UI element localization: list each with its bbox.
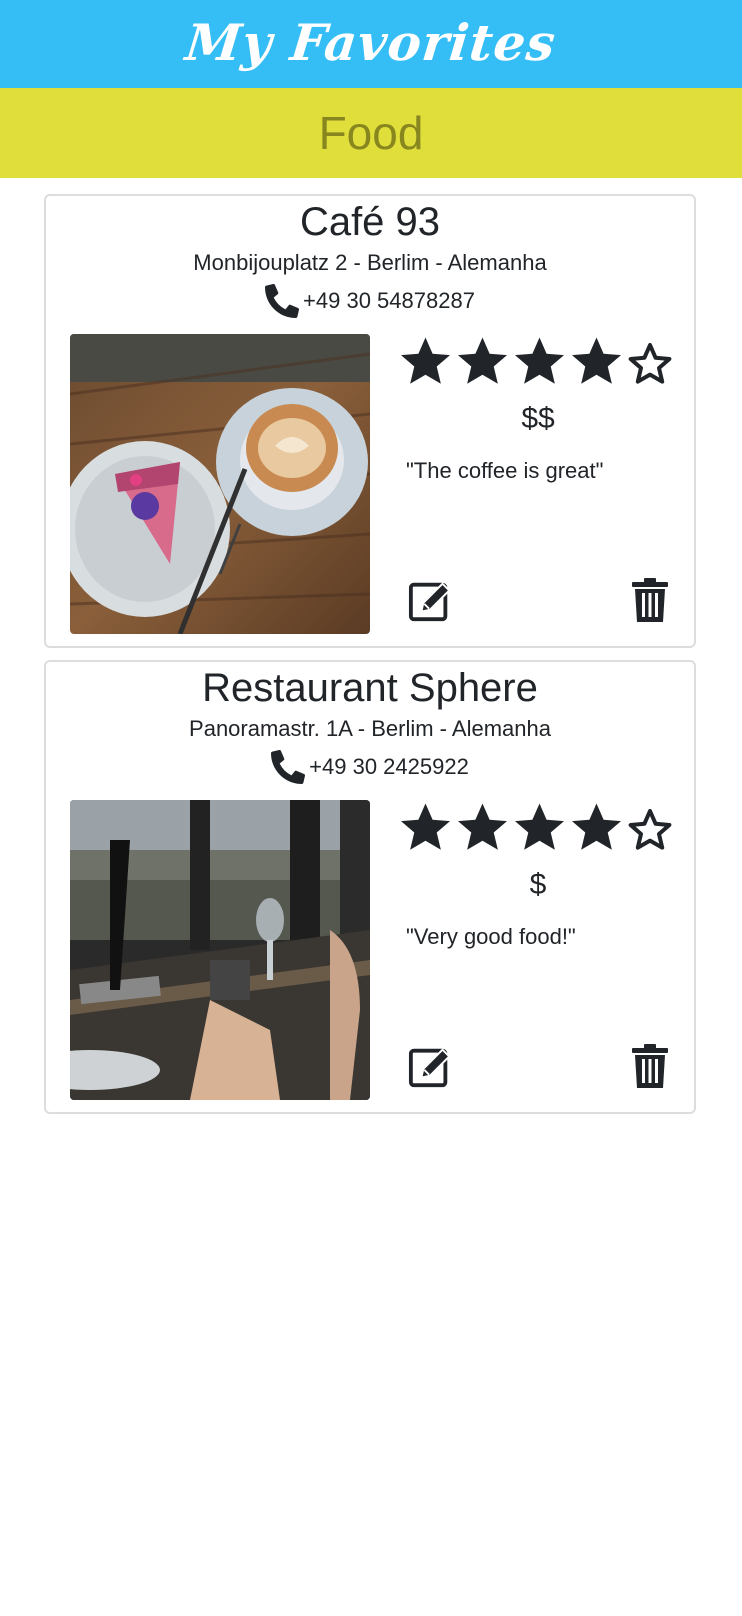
place-phone[interactable]: +49 30 54878287 (46, 284, 694, 318)
review-text: "Very good food!" (406, 924, 576, 949)
trash-icon[interactable] (630, 1042, 670, 1090)
price-level: $$ (521, 402, 555, 435)
star-filled-icon (400, 337, 451, 384)
phone-number: +49 30 2425922 (309, 754, 469, 779)
app-header: My Favorites (0, 0, 742, 88)
star-empty-icon (628, 343, 672, 384)
place-address: Panoramastr. 1A - Berlim - Alemanha (189, 716, 551, 741)
phone-icon (271, 750, 306, 784)
place-card: Café 93 Monbijouplatz 2 - Berlim - Alema… (44, 194, 696, 648)
star-filled-icon (457, 803, 508, 850)
category-label: Food (318, 107, 424, 159)
price-level: $ (529, 868, 547, 901)
restaurant-view-photo (70, 800, 370, 1100)
trash-icon[interactable] (630, 576, 670, 624)
rating-stars (398, 334, 674, 389)
star-filled-icon (571, 337, 622, 384)
star-filled-icon (514, 337, 565, 384)
rating-stars (398, 800, 674, 855)
coffee-and-cake-photo (70, 334, 370, 634)
phone-icon (265, 284, 300, 318)
category-bar: Food (0, 88, 742, 178)
star-filled-icon (571, 803, 622, 850)
place-name: Restaurant Sphere (202, 666, 538, 710)
edit-icon[interactable] (408, 578, 454, 624)
place-address: Monbijouplatz 2 - Berlim - Alemanha (193, 250, 547, 275)
star-filled-icon (457, 337, 508, 384)
edit-icon[interactable] (408, 1044, 454, 1090)
phone-number: +49 30 54878287 (303, 288, 475, 313)
star-filled-icon (514, 803, 565, 850)
place-phone[interactable]: +49 30 2425922 (46, 750, 694, 784)
star-empty-icon (628, 809, 672, 850)
star-filled-icon (400, 803, 451, 850)
place-name: Café 93 (299, 200, 441, 244)
place-card: Restaurant Sphere Panoramastr. 1A - Berl… (44, 660, 696, 1114)
review-text: "The coffee is great" (406, 458, 604, 483)
app-title: My Favorites (183, 12, 559, 72)
